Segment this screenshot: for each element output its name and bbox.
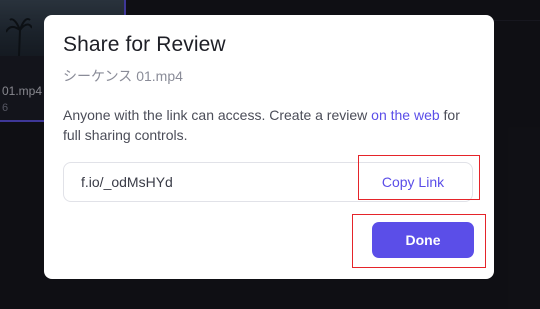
dialog-description: Anyone with the link can access. Create …: [63, 105, 473, 145]
share-link-input[interactable]: [81, 174, 331, 190]
description-text: Anyone with the link can access. Create …: [63, 107, 372, 123]
file-name: シーケンス 01.mp4: [63, 68, 183, 84]
on-the-web-link[interactable]: on the web: [371, 107, 440, 123]
dialog-title: Share for Review: [63, 33, 226, 56]
app-stage: 01.mp4 6 Share for Review シーケンス 01.mp4 A…: [0, 0, 540, 309]
done-button[interactable]: Done: [372, 222, 474, 258]
share-link-field: Copy Link: [63, 162, 473, 202]
share-for-review-dialog: Share for Review シーケンス 01.mp4 Anyone wit…: [44, 15, 494, 279]
copy-link-button[interactable]: Copy Link: [354, 163, 472, 201]
